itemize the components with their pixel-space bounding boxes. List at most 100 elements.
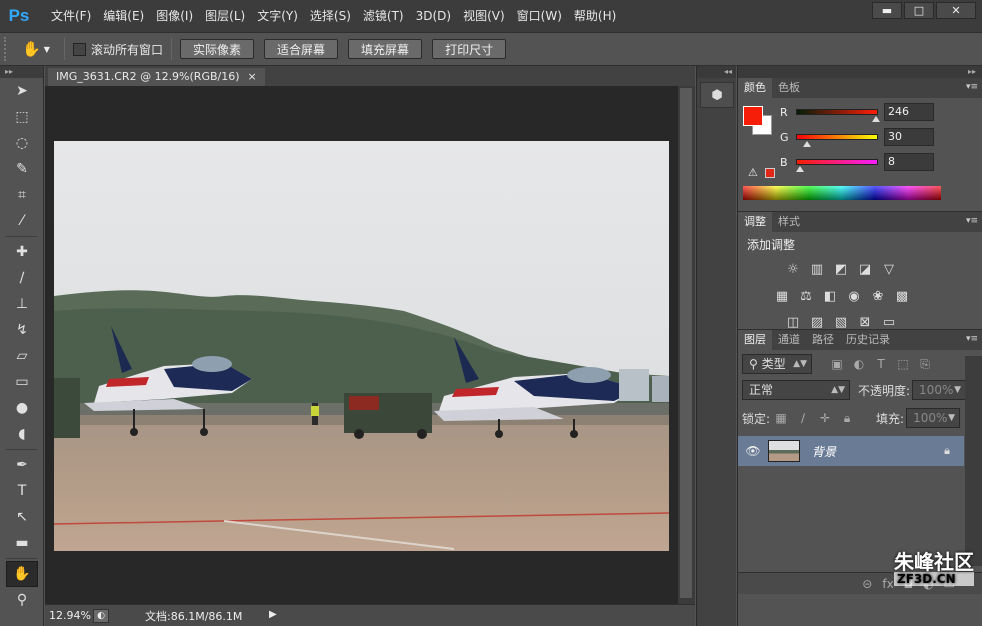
tab-channels[interactable]: 通道	[772, 330, 806, 350]
photo-filter-icon[interactable]: ◉	[846, 288, 862, 304]
lasso-tool-icon[interactable]: ◌	[0, 130, 44, 156]
document-info-icon[interactable]: ◐	[93, 608, 109, 623]
eye-icon[interactable]: 👁︎	[738, 444, 768, 458]
eyedropper-tool-icon[interactable]: ⁄	[0, 208, 44, 234]
color-spectrum-ramp[interactable]	[743, 186, 941, 200]
blue-slider-thumb[interactable]	[795, 166, 804, 172]
zoom-preset-button[interactable]: 填充屏幕	[348, 39, 423, 59]
lock-transparent-icon[interactable]: ▦	[770, 411, 792, 425]
tab-styles[interactable]: 样式	[772, 212, 806, 232]
vibrance-icon[interactable]: ▽	[881, 261, 897, 277]
black-white-icon[interactable]: ◧	[822, 288, 838, 304]
canvas-area[interactable]	[45, 86, 678, 604]
foreground-color-swatch[interactable]	[743, 106, 763, 126]
hand-tool-preset-picker[interactable]: ✋ ▼	[16, 37, 56, 61]
healing-brush-tool-icon[interactable]: ✚	[0, 239, 44, 265]
status-menu-arrow-icon[interactable]: ▶	[269, 609, 281, 623]
panel-menu-icon[interactable]: ▾≡	[966, 82, 978, 92]
dodge-tool-icon[interactable]: ◖	[0, 421, 44, 447]
menu-item[interactable]: 视图(V)	[458, 0, 510, 32]
document-image[interactable]	[54, 141, 669, 551]
green-value-input[interactable]: 30	[884, 128, 934, 146]
lock-all-icon[interactable]: 🔒︎	[836, 411, 858, 426]
document-tab[interactable]: IMG_3631.CR2 @ 12.9%(RGB/16) ×	[48, 68, 265, 86]
history-brush-tool-icon[interactable]: ↯	[0, 317, 44, 343]
levels-icon[interactable]: ▥	[809, 261, 825, 277]
scroll-all-windows-checkbox[interactable]	[73, 42, 86, 56]
invert-icon[interactable]: ◫	[785, 314, 801, 330]
red-slider[interactable]	[796, 109, 881, 122]
pen-tool-icon[interactable]: ✒	[0, 452, 44, 478]
menu-item[interactable]: 图像(I)	[151, 0, 198, 32]
panel-dock-header[interactable]: ▸▸	[738, 66, 982, 78]
adjustment-layer-filter-icon[interactable]: ◐	[848, 357, 870, 371]
gradient-tool-icon[interactable]: ▭	[0, 369, 44, 395]
blue-value-input[interactable]: 8	[884, 153, 934, 171]
gamut-warning-swatch[interactable]	[765, 168, 775, 178]
pixel-layer-filter-icon[interactable]: ▣	[826, 357, 848, 371]
gradient-map-icon[interactable]: ▭	[881, 314, 897, 330]
zoom-preset-button[interactable]: 适合屏幕	[264, 39, 339, 59]
type-layer-filter-icon[interactable]: T	[870, 357, 892, 371]
tools-panel-header[interactable]: ▸▸	[0, 66, 43, 78]
shape-layer-filter-icon[interactable]: ⬚	[892, 357, 914, 371]
tab-paths[interactable]: 路径	[806, 330, 840, 350]
blend-mode-select[interactable]: 正常 ▲▼	[742, 380, 850, 400]
gamut-warning-icon[interactable]: ⚠	[748, 166, 758, 179]
hand-tool-icon[interactable]: ✋	[6, 561, 38, 587]
posterize-icon[interactable]: ▨	[809, 314, 825, 330]
brush-tool-icon[interactable]: ∕	[0, 265, 44, 291]
menu-item[interactable]: 文字(Y)	[252, 0, 303, 32]
layer-filter-select[interactable]: ⚲ 类型 ▲▼	[742, 354, 812, 374]
3d-panel-icon[interactable]: ⬢	[700, 82, 734, 108]
menu-item[interactable]: 滤镜(T)	[358, 0, 409, 32]
close-tab-icon[interactable]: ×	[248, 68, 257, 86]
move-tool-icon[interactable]: ➤	[0, 78, 44, 104]
dock-header[interactable]: ◂◂	[697, 66, 736, 78]
zoom-preset-button[interactable]: 打印尺寸	[432, 39, 507, 59]
red-slider-thumb[interactable]	[872, 116, 881, 122]
menu-item[interactable]: 编辑(E)	[98, 0, 149, 32]
marquee-tool-icon[interactable]: ⬚	[0, 104, 44, 130]
panel-menu-icon[interactable]: ▾≡	[966, 334, 978, 344]
red-value-input[interactable]: 246	[884, 103, 934, 121]
layer-row[interactable]: 👁︎ 背景 🔒︎	[738, 436, 964, 466]
type-tool-icon[interactable]: T	[0, 478, 44, 504]
path-selection-tool-icon[interactable]: ↖	[0, 504, 44, 530]
canvas-vertical-scrollbar[interactable]	[678, 86, 695, 604]
link-layers-icon[interactable]: ⊝	[862, 577, 872, 591]
lock-position-icon[interactable]: ✛	[814, 411, 836, 425]
blue-slider[interactable]	[795, 159, 878, 172]
tab-adjustments[interactable]: 调整	[738, 212, 772, 232]
quick-selection-tool-icon[interactable]: ✎	[0, 156, 44, 182]
lock-image-icon[interactable]: ∕	[792, 411, 814, 425]
scrollbar-thumb[interactable]	[680, 88, 692, 598]
fx-icon[interactable]: fx	[882, 577, 893, 591]
zoom-preset-button[interactable]: 实际像素	[180, 39, 255, 59]
menu-item[interactable]: 文件(F)	[46, 0, 96, 32]
tab-history[interactable]: 历史记录	[840, 330, 896, 350]
channel-mixer-icon[interactable]: ❀	[870, 288, 886, 304]
fill-input[interactable]: 100% ▼	[906, 408, 961, 428]
brightness-icon[interactable]: ☼	[785, 261, 801, 277]
menu-item[interactable]: 图层(L)	[200, 0, 250, 32]
blur-tool-icon[interactable]: ●	[0, 395, 44, 421]
menu-item[interactable]: 选择(S)	[305, 0, 356, 32]
tab-layers[interactable]: 图层	[738, 330, 772, 350]
tab-swatches[interactable]: 色板	[772, 78, 806, 98]
threshold-icon[interactable]: ▧	[833, 314, 849, 330]
hue-saturation-icon[interactable]: ▦	[774, 288, 790, 304]
zoom-tool-icon[interactable]: ⚲	[0, 587, 44, 613]
menu-item[interactable]: 窗口(W)	[512, 0, 567, 32]
curves-icon[interactable]: ◩	[833, 261, 849, 277]
panel-menu-icon[interactable]: ▾≡	[966, 216, 978, 226]
crop-tool-icon[interactable]: ⌗	[0, 182, 44, 208]
options-grip[interactable]	[4, 37, 10, 61]
zoom-level[interactable]: 12.94%	[45, 609, 93, 622]
color-balance-icon[interactable]: ⚖	[798, 288, 814, 304]
eraser-tool-icon[interactable]: ▱	[0, 343, 44, 369]
exposure-icon[interactable]: ◪	[857, 261, 873, 277]
rectangle-tool-icon[interactable]: ▬	[0, 530, 44, 556]
tab-color[interactable]: 颜色	[738, 78, 772, 98]
menu-item[interactable]: 帮助(H)	[569, 0, 621, 32]
